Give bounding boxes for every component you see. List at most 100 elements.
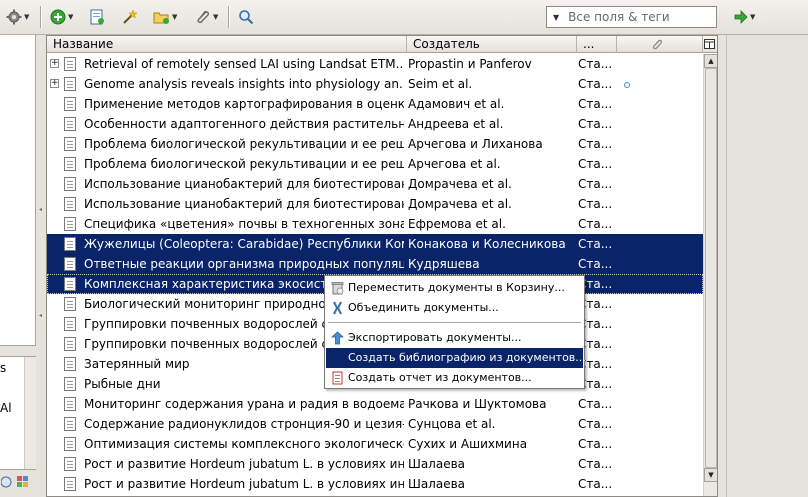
menu-separator (328, 322, 581, 323)
cell-creator: Андреева et al. (408, 117, 504, 131)
table-row[interactable]: Специфика «цветения» почвы в техногенных… (47, 214, 703, 234)
table-row[interactable]: Использование цианобактерий для биотести… (47, 194, 703, 214)
items-vertical-scrollbar[interactable]: ▲ ▼ (703, 54, 717, 496)
merge-icon (333, 301, 342, 315)
cell-title: Жужелицы (Coleoptera: Carabidae) Республ… (84, 237, 404, 251)
search-input[interactable] (568, 10, 709, 24)
tag-colors-icon[interactable] (16, 474, 30, 490)
cell-type: Ста... (578, 57, 613, 71)
cell-creator: Домрачева et al. (408, 197, 512, 211)
journal-article-icon (64, 237, 76, 251)
cell-type: Ста... (578, 397, 613, 411)
menu-item-export[interactable]: Экспортировать документы... (326, 328, 583, 348)
table-row[interactable]: Содержание радионуклидов стронция-90 и ц… (47, 414, 703, 434)
journal-article-icon (64, 297, 76, 311)
items-tree[interactable]: Название Создатель ... + Retrieval of rem… (46, 35, 718, 497)
journal-article-icon (64, 197, 76, 211)
column-header-creator[interactable]: Создатель (407, 36, 577, 53)
cell-title: Особенности адаптогенного действия расти… (84, 117, 404, 131)
table-row[interactable]: Проблема биологической рекультивации и е… (47, 134, 703, 154)
cell-type: Ста... (578, 257, 613, 271)
cell-title: Retrieval of remotely sensed LAI using L… (84, 57, 404, 71)
cell-type: Ста... (578, 197, 613, 211)
tags-scrollbar[interactable] (24, 357, 36, 469)
cell-title: Использование цианобактерий для биотести… (84, 177, 404, 191)
chevron-down-icon: ▼ (213, 13, 219, 21)
menu-item-move-to-trash[interactable]: Переместить документы в Корзину... (326, 278, 583, 298)
actions-menu-button[interactable]: ▼ (6, 7, 29, 27)
advanced-search-button[interactable] (238, 7, 254, 27)
cell-type: Ста... (578, 137, 613, 151)
menu-item-create-bibliography[interactable]: Создать библиографию из документов... (326, 348, 586, 368)
expand-toggle-icon[interactable]: + (50, 59, 59, 68)
cell-creator: Seim et al. (408, 77, 473, 91)
paperclip-icon (197, 10, 210, 24)
cell-type: Ста... (578, 117, 613, 131)
table-row[interactable]: Использование цианобактерий для биотести… (47, 174, 703, 194)
journal-article-icon (64, 437, 76, 451)
tag-fragment[interactable]: s (0, 361, 6, 375)
menu-item-label: Создать отчет из документов... (348, 371, 532, 384)
scroll-down-button[interactable]: ▼ (704, 468, 717, 482)
journal-article-icon (64, 317, 76, 331)
main-toolbar: ▼ ▼ ▼ ▼ ▼ Все поля & теги ▼ (0, 0, 808, 35)
cell-creator: Арчегова и Лиханова (408, 137, 543, 151)
new-item-from-page-button[interactable] (89, 7, 105, 27)
cell-title: Специфика «цветения» почвы в техногенных… (84, 217, 404, 231)
pane-splitter[interactable]: ◂ ◂ (36, 35, 46, 497)
journal-article-icon (64, 117, 76, 131)
collections-tags-splitter[interactable] (0, 345, 36, 357)
table-row[interactable]: Жужелицы (Coleoptera: Carabidae) Республ… (47, 234, 703, 254)
menu-item-merge[interactable]: Объединить документы... (326, 298, 583, 318)
cell-title: Проблема биологической рекультивации и е… (84, 157, 404, 171)
scroll-thumb[interactable] (705, 68, 717, 468)
add-by-identifier-button[interactable] (121, 7, 137, 27)
locate-button[interactable]: ▼ (734, 7, 755, 27)
search-mode-dropdown-icon[interactable]: ▼ (553, 13, 559, 22)
table-row[interactable]: Проблема биологической рекультивации и е… (47, 154, 703, 174)
attachment-status-icon[interactable] (624, 82, 630, 88)
journal-article-icon (64, 417, 76, 431)
item-pane (718, 35, 808, 497)
toolbar-separator (40, 6, 41, 28)
chevron-down-icon: ▼ (68, 13, 74, 21)
column-picker-icon (704, 39, 715, 49)
table-row[interactable]: + Retrieval of remotely sensed LAI using … (47, 54, 703, 74)
table-row[interactable]: Ответные реакции организма природных поп… (47, 254, 703, 274)
cell-title: Genome analysis reveals insights into ph… (84, 77, 404, 91)
cell-type: Ста... (578, 77, 613, 91)
journal-article-icon (64, 137, 76, 151)
table-row[interactable]: + Genome analysis reveals insights into p… (47, 74, 703, 94)
cell-creator: Propastin и Panferov (408, 57, 532, 71)
table-row[interactable]: Применение методов картографирования в о… (47, 94, 703, 114)
splitter-grip-icon: ◂ (39, 312, 43, 319)
tag-fragment[interactable]: Al (0, 401, 12, 415)
column-header-attachments[interactable] (617, 36, 703, 53)
search-field[interactable]: ▼ (546, 6, 717, 28)
new-item-button[interactable]: ▼ (50, 7, 73, 27)
cell-title: Содержание радионуклидов стронция-90 и ц… (84, 417, 404, 431)
table-row[interactable]: Мониторинг содержания урана и радия в во… (47, 394, 703, 414)
cell-title: Ответные реакции организма природных поп… (84, 257, 404, 271)
column-picker-button[interactable] (703, 36, 717, 53)
cell-type: Ста... (578, 97, 613, 111)
table-row[interactable]: Особенности адаптогенного действия расти… (47, 114, 703, 134)
new-collection-button[interactable]: ▼ (153, 7, 177, 27)
column-header-type[interactable]: ... (577, 36, 617, 53)
scroll-up-button[interactable]: ▲ (704, 54, 717, 68)
table-row[interactable]: Рост и развитие Hordeum jubatum L. в усл… (47, 454, 703, 474)
magic-wand-icon (123, 9, 137, 24)
cell-type: Ста... (578, 177, 613, 191)
cell-type: Ста... (578, 477, 613, 491)
tag-selector-footer (0, 469, 36, 497)
table-row[interactable]: Оптимизация системы комплексного экологи… (47, 434, 703, 454)
tag-filter-icon[interactable] (1, 474, 13, 490)
table-row[interactable]: Рост и развитие Hordeum jubatum L. в усл… (47, 474, 703, 494)
expand-toggle-icon[interactable]: + (50, 79, 59, 88)
cell-creator: Арчегова et al. (408, 157, 501, 171)
add-attachment-button[interactable]: ▼ (195, 7, 218, 27)
menu-item-create-report[interactable]: Создать отчет из документов... (326, 368, 583, 388)
cell-creator: Шалаева (408, 457, 466, 471)
journal-article-icon (64, 377, 76, 391)
column-header-title[interactable]: Название (47, 36, 407, 53)
